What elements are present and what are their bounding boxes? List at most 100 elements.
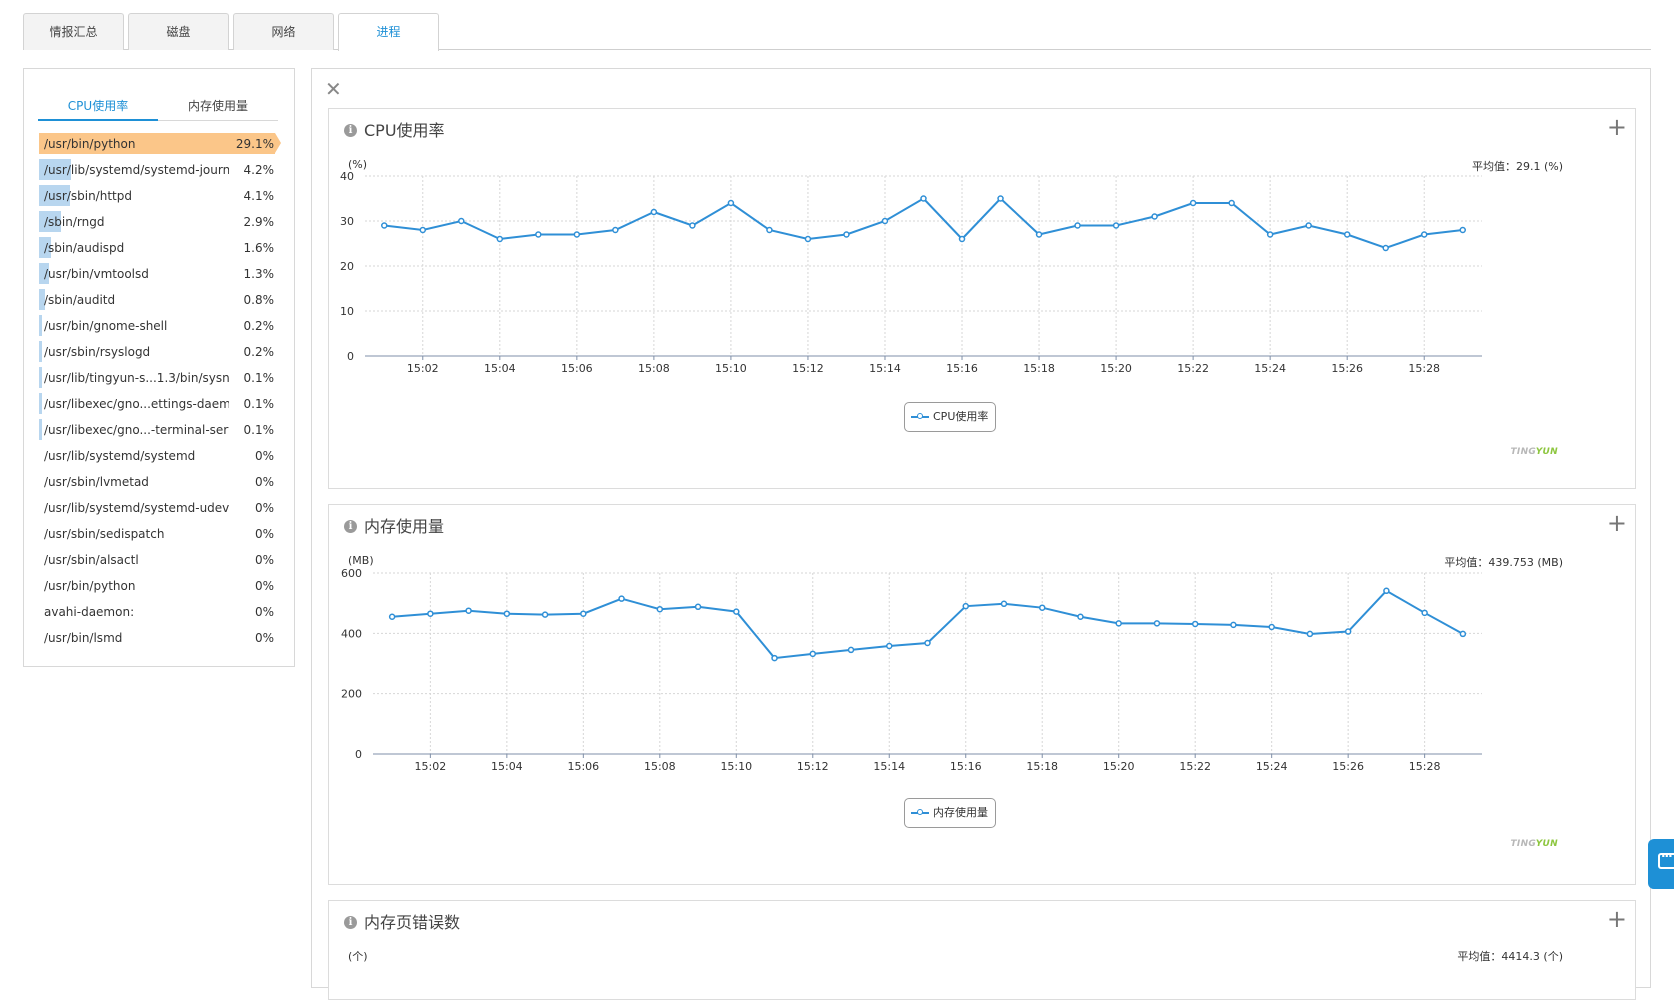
x-tick-label: 15:22 — [1179, 760, 1211, 773]
tab-process[interactable]: 进程 — [338, 13, 439, 51]
top-tab-bar: 情报汇总 磁盘 网络 进程 — [23, 13, 1651, 51]
process-row[interactable]: /usr/bin/lsmd 0% — [39, 625, 284, 651]
x-tick-label: 15:10 — [715, 362, 747, 375]
y-tick-label: 40 — [340, 170, 354, 183]
process-row[interactable]: /sbin/auditd 0.8% — [39, 287, 284, 313]
data-point — [1305, 222, 1312, 229]
process-row[interactable]: /usr/sbin/sedispatch 0% — [39, 521, 284, 547]
process-name: /usr/bin/gnome-shell — [44, 319, 168, 333]
tab-disk[interactable]: 磁盘 — [128, 13, 229, 50]
x-tick-label: 15:28 — [1408, 362, 1440, 375]
subtab-memory[interactable]: 内存使用量 — [158, 91, 278, 121]
process-value: 0.1% — [243, 423, 275, 437]
process-row[interactable]: /usr/bin/python 29.1% — [39, 131, 284, 157]
process-name: avahi-daemon: — [44, 605, 135, 619]
data-point — [1420, 231, 1428, 238]
data-point — [1383, 587, 1390, 595]
process-name: /usr/lib/systemd/systemd — [44, 449, 196, 463]
process-name: /usr/lib/systemd/systemd-journald — [44, 163, 229, 177]
process-value: 0% — [254, 631, 274, 645]
info-icon: i — [344, 916, 357, 929]
process-row[interactable]: /usr/bin/python 0% — [39, 573, 284, 599]
process-name: /sbin/auditd — [44, 293, 116, 307]
cpu-usage-card: i CPU使用率 + (%) 平均值：29.1 (%) 0 10 20 30 40 15:… — [328, 108, 1636, 489]
subtab-cpu[interactable]: CPU使用率 — [38, 91, 158, 121]
data-point — [1382, 244, 1389, 252]
process-row[interactable]: avahi-daemon: 0% — [39, 599, 284, 625]
x-tick-label: 15:06 — [567, 760, 599, 773]
data-point — [1266, 231, 1274, 238]
data-point — [1077, 613, 1084, 620]
x-tick-label: 15:10 — [720, 760, 752, 773]
legend-line-icon — [911, 809, 929, 815]
data-point — [1153, 620, 1161, 627]
data-point — [503, 610, 511, 617]
legend-cpu[interactable]: CPU使用率 — [904, 402, 997, 432]
process-ranking-panel: CPU使用率 内存使用量 /usr/bin/python 29.1% /usr/li… — [23, 68, 295, 667]
process-row[interactable]: /sbin/audispd 1.6% — [39, 235, 284, 261]
data-point — [1038, 604, 1046, 611]
process-row[interactable]: /usr/bin/vmtoolsd 1.3% — [39, 261, 284, 287]
process-row[interactable]: /usr/libexec/gno...ettings-daemon 0.1% — [39, 391, 284, 417]
process-row[interactable]: /usr/libexec/gno...-terminal-server 0.1% — [39, 417, 284, 443]
data-point — [689, 222, 696, 229]
process-row[interactable]: /sbin/rngd 2.9% — [39, 209, 284, 235]
process-list: /usr/bin/python 29.1% /usr/lib/systemd/sys… — [39, 131, 284, 651]
data-point — [541, 611, 549, 618]
legend-memory[interactable]: 内存使用量 — [904, 798, 996, 828]
data-point — [656, 605, 664, 613]
x-tick-label: 15:26 — [1331, 362, 1363, 375]
process-row[interactable]: /usr/lib/tingyun-s...1.3/bin/sysnode 0.1% — [39, 365, 284, 391]
x-tick-label: 15:18 — [1023, 362, 1055, 375]
data-point — [427, 610, 434, 617]
process-value: 0.1% — [243, 397, 275, 411]
data-point — [1189, 199, 1197, 207]
process-name: /sbin/rngd — [44, 215, 105, 229]
process-name: /usr/lib/systemd/systemd-udevd — [44, 501, 229, 515]
tingyun-logo: TINGYUN — [1510, 839, 1558, 849]
process-row[interactable]: /usr/sbin/alsactl 0% — [39, 547, 284, 573]
data-point — [924, 639, 931, 647]
process-name: /usr/lib/tingyun-s...1.3/bin/sysnode — [44, 371, 229, 385]
tab-network[interactable]: 网络 — [233, 13, 334, 50]
data-point — [1115, 620, 1122, 627]
data-point — [1421, 609, 1428, 617]
process-detail-panel: ✕ i CPU使用率 + (%) 平均值：29.1 (%) 0 10 20 30 40 1… — [311, 68, 1651, 1000]
memory-line-chart: 0 200 400 600 15:02 15:04 15:06 15:08 15:10 15:12… — [341, 567, 1482, 773]
process-value: 0% — [254, 605, 274, 619]
process-row[interactable]: /usr/bin/gnome-shell 0.2% — [39, 313, 284, 339]
usage-bar — [39, 393, 42, 414]
process-row[interactable]: /usr/lib/systemd/systemd-journald 4.2% — [39, 157, 284, 183]
data-point — [962, 602, 969, 610]
x-tick-label: 15:16 — [950, 760, 982, 773]
process-name: /usr/sbin/httpd — [44, 189, 132, 203]
feedback-button[interactable] — [1648, 839, 1674, 889]
data-point — [958, 235, 966, 243]
process-row[interactable]: /usr/sbin/lvmetad 0% — [39, 469, 284, 495]
process-value: 0.2% — [243, 319, 275, 333]
process-value: 0.8% — [243, 293, 275, 307]
x-tick-label: 15:28 — [1409, 760, 1441, 773]
process-value: 0% — [254, 449, 274, 463]
series-line — [392, 589, 1464, 660]
y-tick-label: 10 — [340, 305, 354, 318]
plus-icon[interactable]: + — [1607, 907, 1627, 931]
data-point — [1459, 630, 1467, 638]
close-icon[interactable]: ✕ — [325, 77, 342, 101]
x-tick-label: 15:24 — [1256, 760, 1288, 773]
data-point — [573, 231, 581, 238]
tab-summary[interactable]: 情报汇总 — [23, 13, 124, 50]
data-point — [618, 595, 625, 602]
process-row[interactable]: /usr/lib/systemd/systemd-udevd 0% — [39, 495, 284, 521]
y-tick-label: 400 — [341, 627, 362, 640]
data-point — [881, 217, 889, 225]
process-row[interactable]: /usr/lib/systemd/systemd 0% — [39, 443, 284, 469]
x-tick-label: 15:12 — [797, 760, 829, 773]
process-row[interactable]: /usr/sbin/httpd 4.1% — [39, 183, 284, 209]
data-point — [1268, 623, 1275, 631]
data-point — [1191, 620, 1199, 628]
process-row[interactable]: /usr/sbin/rsyslogd 0.2% — [39, 339, 284, 365]
process-name: /sbin/audispd — [44, 241, 125, 255]
x-tick-label: 15:20 — [1103, 760, 1135, 773]
process-value: 1.6% — [243, 241, 275, 255]
